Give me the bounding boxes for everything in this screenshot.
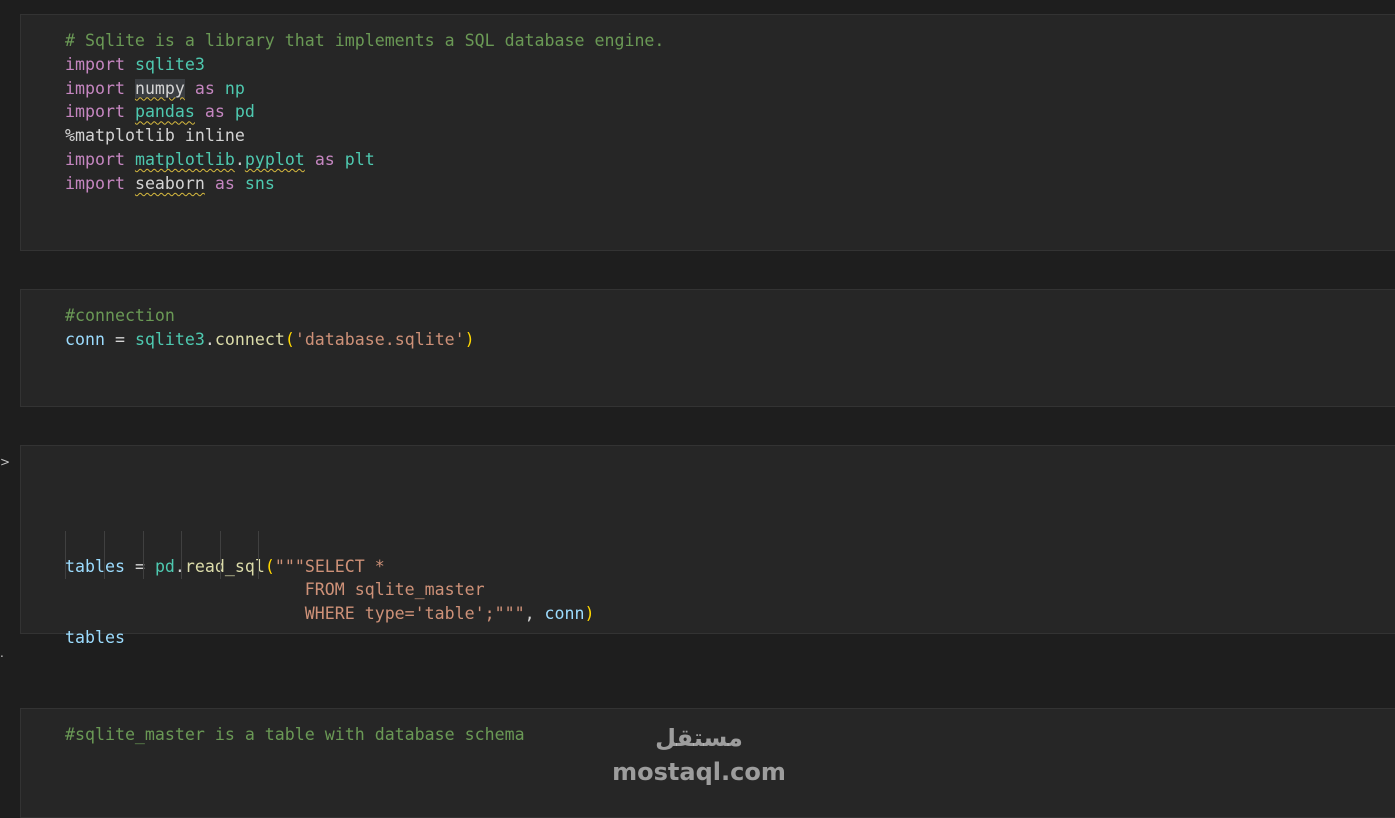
code-cell-3[interactable]: tables = pd.read_sql("""SELECT * FROM sq… [20, 445, 1395, 647]
code-token: as [204, 102, 225, 122]
code-token: ) [584, 604, 595, 624]
code-token: FROM sqlite_master [65, 580, 485, 600]
notebook-editor: # Sqlite is a library that implements a … [0, 0, 1395, 818]
code-token: ( [284, 329, 295, 349]
indent-guide [220, 531, 221, 579]
code-token: 'database.sqlite' [294, 329, 465, 349]
code-token: as [194, 78, 215, 98]
code-token: plt [344, 149, 375, 169]
code-token: import [65, 149, 125, 169]
code-token: pandas [134, 102, 195, 122]
code-token: . [234, 149, 245, 169]
indent-guide [258, 531, 259, 579]
cell-2-code[interactable]: #connection conn = sqlite3.connect('datab… [65, 304, 475, 352]
code-token: sqlite3 [134, 329, 205, 349]
code-token: conn [544, 604, 585, 624]
code-line[interactable]: WHERE type='table';""", conn) [65, 602, 595, 626]
code-line[interactable]: import numpy as np [65, 77, 664, 101]
code-line[interactable]: FROM sqlite_master [65, 578, 595, 602]
code-token: """SELECT * [274, 556, 385, 576]
code-token: import [65, 173, 125, 193]
code-token: . [204, 329, 215, 349]
code-token: pyplot [244, 149, 305, 169]
code-token: sns [244, 173, 275, 193]
code-line[interactable]: import seaborn as sns [65, 172, 664, 196]
code-token: tables [65, 627, 125, 647]
code-token: ) [464, 329, 475, 349]
code-token: = [104, 329, 135, 349]
run-indicator-icon[interactable]: > [0, 455, 10, 469]
code-token: #sqlite_master is a table with database … [65, 725, 525, 744]
code-cell-2[interactable]: #connection conn = sqlite3.connect('datab… [20, 289, 1395, 407]
code-token: connect [214, 329, 285, 349]
indent-guide [181, 531, 182, 579]
code-token: conn [65, 329, 105, 349]
code-line[interactable]: %matplotlib inline [65, 124, 664, 148]
code-token: as [214, 173, 235, 193]
code-token: ( [264, 556, 275, 576]
code-token: np [224, 78, 245, 98]
code-line[interactable]: import matplotlib.pyplot as plt [65, 148, 664, 172]
code-token: # Sqlite is a library that implements a … [65, 31, 665, 50]
code-line[interactable]: # Sqlite is a library that implements a … [65, 29, 664, 53]
indent-guide [65, 531, 66, 579]
code-line[interactable]: import pandas as pd [65, 100, 664, 124]
code-token: import [65, 78, 125, 98]
code-token: , [524, 604, 545, 624]
code-token: import [65, 102, 125, 122]
indent-guide [104, 531, 105, 579]
indent-guide [143, 531, 144, 579]
code-token: matplotlib [134, 149, 235, 169]
code-line[interactable]: #connection [65, 304, 475, 328]
code-token: pd [234, 102, 255, 122]
code-line[interactable]: conn = sqlite3.connect('database.sqlite'… [65, 328, 475, 352]
indent-guides [65, 531, 265, 579]
code-token: WHERE type='table';""" [65, 604, 525, 624]
code-token: as [314, 149, 335, 169]
code-line[interactable]: tables [65, 626, 595, 650]
code-token: import [65, 54, 125, 74]
cell-1-code[interactable]: # Sqlite is a library that implements a … [65, 29, 664, 196]
code-token: seaborn [134, 173, 205, 193]
code-token: sqlite3 [134, 54, 205, 74]
cell-dot-marker: . [0, 646, 4, 660]
code-line[interactable]: #sqlite_master is a table with database … [65, 723, 525, 747]
code-line[interactable]: import sqlite3 [65, 53, 664, 77]
code-token: %matplotlib inline [65, 126, 245, 146]
cell-4-code[interactable]: #sqlite_master is a table with database … [65, 723, 525, 747]
code-cell-1[interactable]: # Sqlite is a library that implements a … [20, 14, 1395, 251]
code-token: numpy [134, 78, 185, 98]
code-token: #connection [65, 306, 175, 325]
